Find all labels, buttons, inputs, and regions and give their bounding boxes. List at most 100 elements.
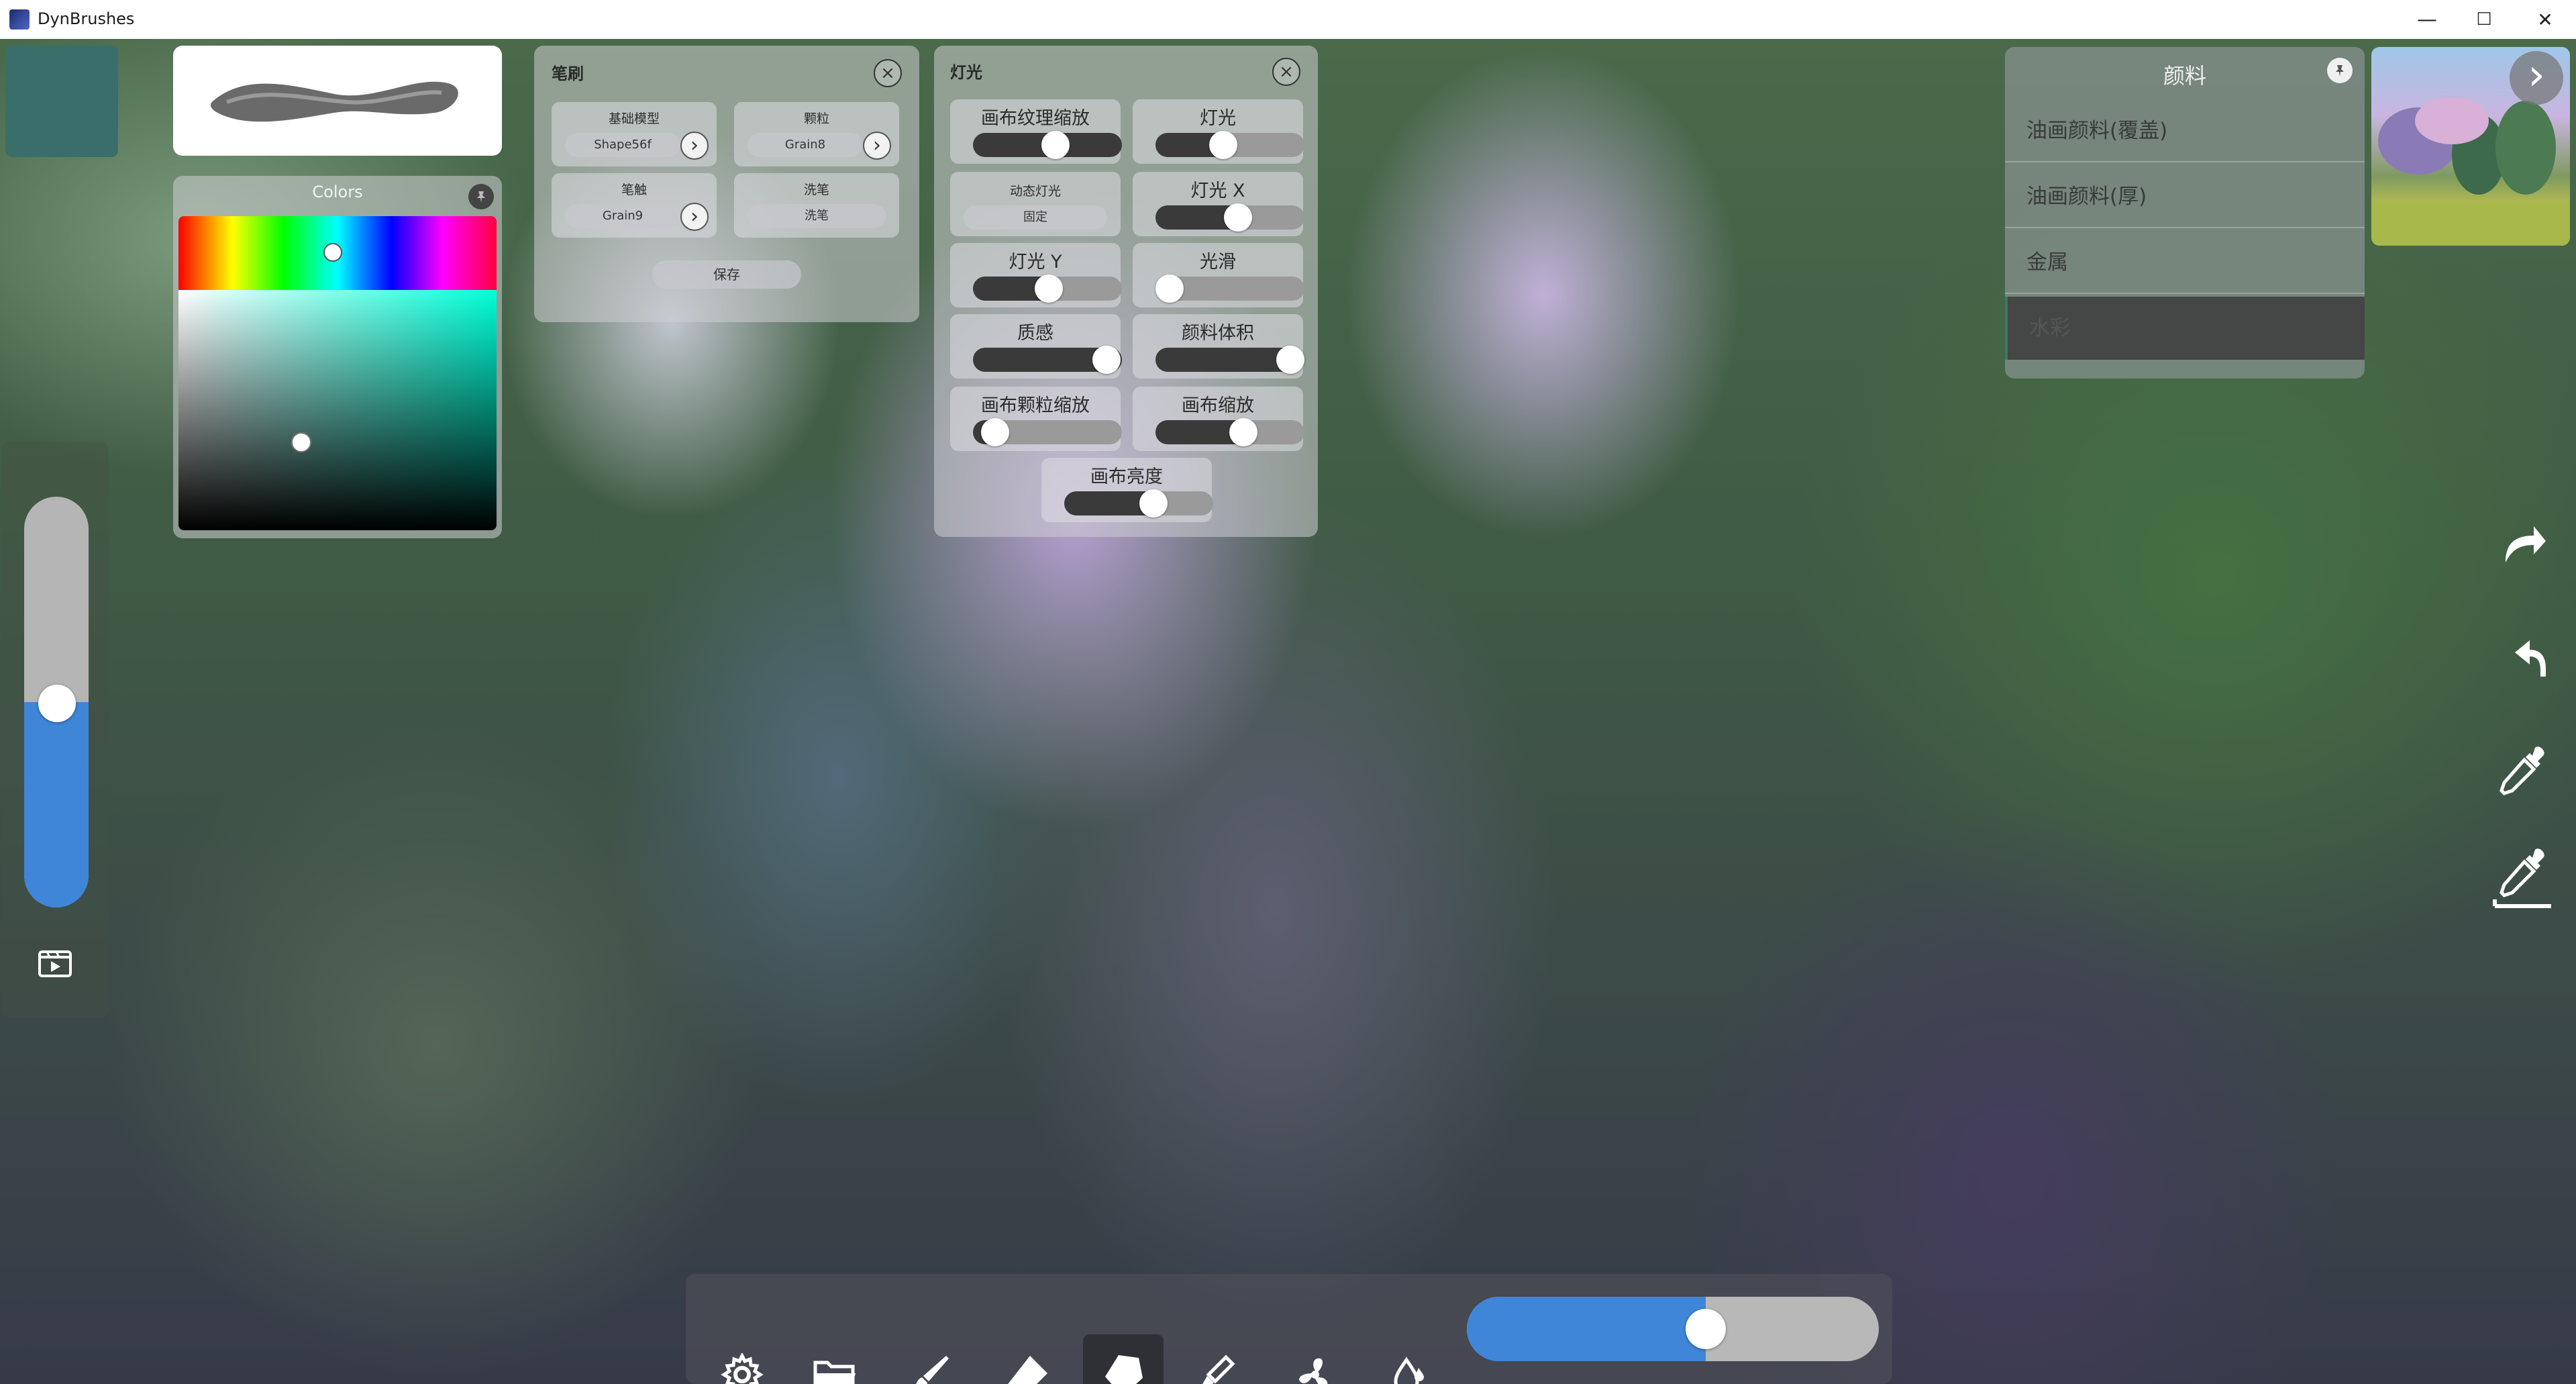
paints-panel-title: 颜料 (2163, 63, 2206, 89)
redo-icon[interactable] (2483, 509, 2563, 576)
cell-label: 基础模型 (608, 111, 660, 126)
eraser-icon[interactable] (986, 1334, 1067, 1384)
brush-cell-stroke[interactable]: 笔触 Grain9 › (552, 173, 717, 238)
toggle-slider[interactable] (973, 131, 1122, 159)
brush-preview[interactable] (173, 46, 502, 156)
opacity-slider[interactable] (24, 497, 89, 907)
water-drop-icon[interactable] (1370, 1334, 1451, 1384)
cell-value: Shape56f (565, 133, 680, 157)
brush-panel-close-button[interactable]: × (874, 59, 902, 87)
toggle-knob[interactable] (1224, 203, 1252, 232)
pin-icon[interactable] (468, 184, 494, 209)
brush-icon[interactable] (890, 1334, 970, 1384)
control-value[interactable]: 固定 (964, 205, 1107, 230)
hue-slider[interactable] (178, 216, 497, 290)
toggle-knob[interactable] (1139, 489, 1168, 517)
toggle-slider[interactable] (1155, 346, 1304, 374)
timelapse-icon[interactable] (36, 944, 74, 981)
control-label: 灯光 Y (1009, 252, 1062, 273)
brush-size-slider[interactable] (1467, 1297, 1879, 1361)
toggle-slider[interactable] (973, 275, 1122, 303)
eyedropper-edit-icon[interactable] (2483, 844, 2563, 911)
toggle-knob[interactable] (981, 418, 1009, 446)
brush-cell-grain[interactable]: 颗粒 Grain8 › (734, 102, 899, 166)
light-panel: 灯光 × 画布纹理缩放 灯光 动态灯光 固定 灯光 X 灯光 Y 光滑 质感 颜… (934, 46, 1318, 537)
paint-item[interactable]: 金属 (2005, 231, 2365, 294)
toggle-slider[interactable] (973, 418, 1122, 446)
light-control-light[interactable]: 灯光 (1133, 99, 1304, 164)
chevron-right-icon[interactable]: › (680, 132, 709, 160)
cell-label: 洗笔 (803, 183, 829, 197)
undo-icon[interactable] (2483, 623, 2563, 690)
toggle-slider[interactable] (1155, 275, 1304, 303)
light-control-canvas-scale[interactable]: 画布缩放 (1133, 387, 1304, 451)
toggle-knob[interactable] (1276, 346, 1304, 374)
toggle-slider[interactable] (1155, 418, 1304, 446)
cell-value: 洗笔 (748, 204, 886, 228)
next-arrow-button[interactable]: › (2510, 51, 2563, 105)
light-panel-close-button[interactable]: × (1272, 58, 1300, 86)
light-control-canvas-brightness[interactable]: 画布亮度 (1041, 458, 1213, 522)
toggle-knob[interactable] (1155, 275, 1184, 303)
paint-item-selected[interactable]: 水彩 (2005, 297, 2365, 360)
current-color-swatch[interactable] (5, 46, 118, 157)
control-label: 画布纹理缩放 (981, 108, 1090, 129)
pin-icon[interactable] (2327, 58, 2353, 83)
light-control-paint-volume[interactable]: 颜料体积 (1133, 314, 1304, 379)
control-label: 灯光 X (1190, 181, 1245, 201)
color-picker-handle[interactable] (291, 432, 311, 452)
light-control-light-y[interactable]: 灯光 Y (950, 243, 1122, 307)
brush-stroke-preview-image (210, 81, 458, 122)
toggle-knob[interactable] (1092, 346, 1121, 374)
control-label: 灯光 (1200, 108, 1236, 129)
paint-item[interactable]: 油画颜料(覆盖) (2005, 99, 2365, 162)
reference-image-thumbnail[interactable]: › (2371, 47, 2570, 246)
light-control-dynamic-light[interactable]: 动态灯光 固定 (950, 172, 1121, 236)
wet-brush-icon[interactable] (1178, 1334, 1259, 1384)
opacity-slider-handle[interactable] (38, 685, 76, 722)
brush-cell-base-model[interactable]: 基础模型 Shape56f › (552, 102, 717, 166)
cell-label: 笔触 (621, 183, 647, 197)
minimize-button[interactable]: — (2396, 0, 2458, 39)
painting-canvas[interactable]: Colors 笔刷 × 基础模型 Shape56f › 颗粒 Grain8 › … (0, 39, 2576, 1384)
toggle-slider[interactable] (973, 346, 1122, 374)
hue-handle[interactable] (323, 243, 342, 262)
brush-cell-wash[interactable]: 洗笔 洗笔 (734, 173, 899, 238)
smudge-icon[interactable] (1083, 1334, 1164, 1384)
brush-size-slider-handle[interactable] (1686, 1309, 1726, 1349)
light-control-smoothness[interactable]: 光滑 (1133, 243, 1304, 307)
brush-size-slider-fill (1467, 1297, 1706, 1361)
toggle-knob[interactable] (1041, 131, 1070, 159)
light-control-texture[interactable]: 质感 (950, 314, 1122, 379)
folder-icon[interactable] (794, 1334, 875, 1384)
light-control-light-x[interactable]: 灯光 X (1133, 172, 1304, 236)
light-control-canvas-texture-scale[interactable]: 画布纹理缩放 (950, 99, 1122, 164)
chevron-right-icon[interactable]: › (863, 132, 891, 160)
maximize-button[interactable]: ☐ (2453, 0, 2515, 39)
brush-panel-title: 笔刷 (552, 64, 584, 83)
light-control-canvas-grain-scale[interactable]: 画布颗粒缩放 (950, 387, 1122, 451)
cell-label: 颗粒 (803, 111, 829, 126)
toggle-knob[interactable] (1229, 418, 1257, 446)
brush-save-button[interactable]: 保存 (652, 260, 801, 289)
eyedropper-icon[interactable] (2483, 737, 2563, 804)
saturation-value-picker[interactable] (178, 290, 497, 530)
control-label: 质感 (1017, 323, 1053, 344)
colors-panel: Colors (173, 176, 502, 538)
toggle-slider[interactable] (1155, 131, 1304, 159)
toggle-knob[interactable] (1035, 275, 1063, 303)
toggle-slider[interactable] (1064, 489, 1213, 517)
toggle-slider[interactable] (1155, 203, 1304, 232)
window-title: DynBrushes (38, 9, 135, 28)
opacity-slider-fill (24, 702, 89, 907)
fan-icon[interactable] (1275, 1334, 1355, 1384)
cell-value: Grain9 (565, 204, 680, 228)
paint-item[interactable]: 油画颜料(厚) (2005, 165, 2365, 228)
left-tool-panel (1, 442, 109, 1018)
brush-panel: 笔刷 × 基础模型 Shape56f › 颗粒 Grain8 › 笔触 Grai… (534, 46, 919, 322)
close-button[interactable]: ✕ (2514, 0, 2576, 39)
gear-icon[interactable] (702, 1334, 782, 1384)
toggle-knob[interactable] (1209, 131, 1237, 159)
control-label: 画布亮度 (1090, 466, 1163, 487)
chevron-right-icon[interactable]: › (680, 203, 709, 231)
